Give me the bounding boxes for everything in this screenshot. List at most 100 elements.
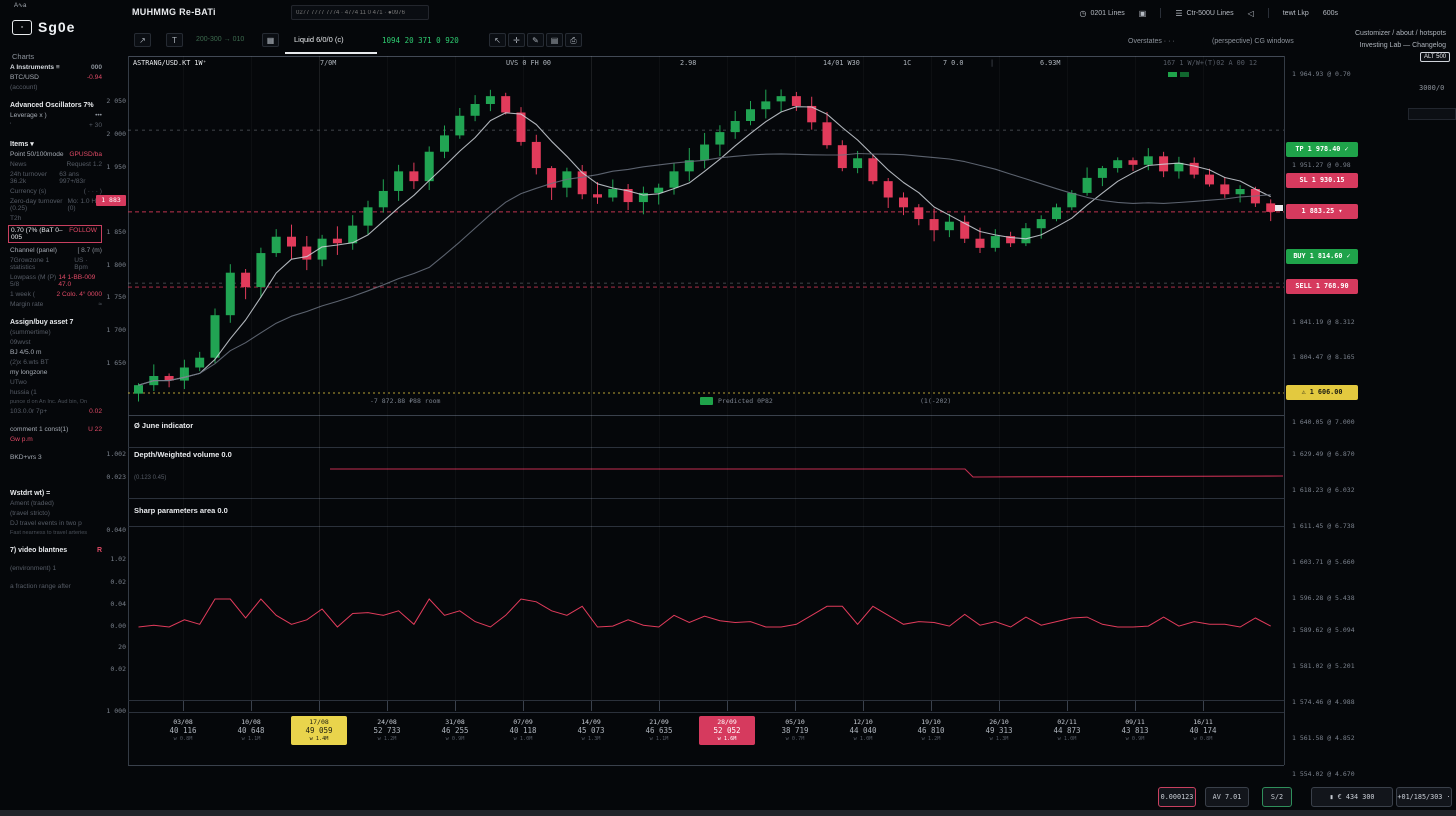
split-button[interactable]: S/2	[1262, 787, 1292, 807]
menu-item-1[interactable]: ▣	[1139, 9, 1147, 18]
pointer-icon[interactable]: ↖	[489, 33, 506, 47]
sidebar-row-6[interactable]: Items ▾	[0, 138, 104, 149]
sidebar-row-28[interactable]: 103.0.0r 7p+0.02	[0, 406, 104, 416]
last-candle-marker	[1275, 205, 1283, 211]
bottom-scrollbar[interactable]	[0, 810, 1456, 816]
menu-item-7[interactable]: 600s	[1323, 10, 1338, 17]
sidebar-row-30[interactable]: Gw p.m	[0, 434, 104, 444]
sidebar-row-8[interactable]: NewsRequest 1.2	[0, 159, 104, 169]
sidebar-row-value: 2 Colo. 4° 0000	[56, 291, 104, 298]
sidebar-row-27[interactable]: punce d on An Inc. Aud bin, On	[0, 397, 104, 406]
sidebar-row-label: (account)	[10, 84, 38, 91]
pane1-title[interactable]: Ø June indicator	[134, 421, 193, 430]
average-button[interactable]: AV 7.01	[1205, 787, 1249, 807]
sidebar-row-39[interactable]: a fraction range after	[0, 581, 104, 591]
menu-item-0[interactable]: ◷0201 Lines	[1080, 9, 1125, 18]
pane3-title[interactable]: Sharp parameters area 0.0	[134, 506, 228, 515]
alert-tag[interactable]: ⚠ 1 606.00	[1286, 385, 1358, 400]
sidebar-row-9[interactable]: 24h turnover 36.2k63 ans 997+/83r	[0, 169, 104, 186]
calendar-icon[interactable]: ▦	[262, 33, 279, 47]
sidebar-row-10[interactable]: Currency (s)( · · · )	[0, 186, 104, 196]
cancel-all-button[interactable]: 0.000123	[1158, 787, 1196, 807]
sidebar-row-18[interactable]: Margin rate≈	[0, 299, 104, 309]
pane-separator-1[interactable]	[128, 415, 1284, 416]
right-axis-row-3: 1 804.47 @ 8.165	[1292, 353, 1355, 361]
sidebar-row-5[interactable]: '+ 30	[0, 120, 104, 130]
sidebar-row-14[interactable]: Channel (panel)[ 8.7 (m)	[0, 245, 104, 255]
date-label: 28/09	[699, 718, 755, 726]
subheader-link-1[interactable]: Customizer / about / hotspots	[1355, 30, 1446, 37]
menu-label: 600s	[1323, 10, 1338, 17]
sidebar-row-38[interactable]: (environment) 1	[0, 563, 104, 573]
sidebar-row-1[interactable]: BTC/USD-0.94	[0, 72, 104, 82]
sidebar-row-13[interactable]: 0.70 (7% (BaT 0–005FOLLOW	[8, 225, 102, 243]
take-profit-tag[interactable]: TP 1 978.40 ✓	[1286, 142, 1358, 157]
corner-input[interactable]	[1408, 108, 1456, 120]
grid-vline	[931, 56, 932, 700]
stop-loss-tag[interactable]: SL 1 930.15	[1286, 173, 1358, 188]
auto-scale-badge[interactable]: ALT 500	[1420, 52, 1450, 62]
menu-icon-3: ☰	[1175, 9, 1182, 18]
positions-button[interactable]: +01/185/303 ·	[1396, 787, 1452, 807]
menu-item-4[interactable]: ◁	[1248, 9, 1254, 18]
menu-label: Ctr-500U Lines	[1187, 10, 1234, 17]
buy-order-tag[interactable]: BUY 1 814.60 ✓	[1286, 249, 1358, 264]
sidebar-row-24[interactable]: my longzone	[0, 367, 104, 377]
toolbar-stats: 1094 20 371 0 920	[382, 36, 459, 45]
pane-separator-3[interactable]	[128, 498, 1284, 499]
sidebar-row-26[interactable]: hussia (1	[0, 387, 104, 397]
grid-icon[interactable]: ▤	[546, 33, 563, 47]
camera-icon[interactable]: ⎙	[565, 33, 582, 47]
sidebar-row-19[interactable]: Assign/buy asset 7	[0, 317, 104, 327]
left-price-tag[interactable]: 1 883	[96, 195, 126, 206]
date-col-5: 07/0940 118w 1.0M	[495, 716, 551, 745]
sidebar-row-35[interactable]: DJ travel events in two p	[0, 518, 104, 528]
candlestick-chart[interactable]	[128, 56, 1284, 415]
right-axis-row-0: 1 964.93 @ 0.70	[1292, 70, 1351, 78]
menu-item-3[interactable]: ☰ Ctr-500U Lines	[1175, 9, 1233, 18]
sidebar-row-3[interactable]: Advanced Oscillators 7%	[0, 100, 104, 110]
legend-seg-7: |	[990, 59, 994, 67]
tab-liquid[interactable]: Liquid 6/0/0 (c)	[294, 35, 344, 44]
balance-button[interactable]: ▮ € 434 300	[1311, 787, 1393, 807]
sidebar-row-16[interactable]: Lowpass (M (P) 5/814 1-BB-009 47.0	[0, 272, 104, 289]
sidebar-row-22[interactable]: BJ 4/5.0 m	[0, 347, 104, 357]
date-tick	[1203, 701, 1204, 711]
sidebar-row-33[interactable]: Ament (traded)	[0, 498, 104, 508]
crosshair-icon[interactable]: ✛	[508, 33, 525, 47]
last-price-tag[interactable]: 1 883.25 ▾	[1286, 204, 1358, 219]
sidebar-row-label: A Instruments ≡	[10, 64, 60, 71]
expand-icon[interactable]: ↗	[134, 33, 151, 47]
sidebar-row-31[interactable]: BKD+vrs 3	[0, 452, 104, 462]
subheader-link-2[interactable]: Investing Lab — Changelog	[1360, 42, 1446, 49]
sidebar-row-2[interactable]: (account)	[0, 82, 104, 92]
sidebar-row-20[interactable]: (summertime)	[0, 327, 104, 337]
sidebar-row-32[interactable]: Wstdrt wt) =	[0, 488, 104, 498]
sidebar-row-21[interactable]: 09wvst	[0, 337, 104, 347]
sidebar-row-15[interactable]: 7Growzone 1 statisticsUS · Bpm	[0, 255, 104, 272]
brush-icon[interactable]: ✎	[527, 33, 544, 47]
sidebar-row-0[interactable]: A Instruments ≡ 000	[0, 62, 104, 72]
sidebar-row-34[interactable]: (travel stricto)	[0, 508, 104, 518]
subheader-mode: (perspective) CG windows	[1212, 38, 1294, 45]
sidebar-row-4[interactable]: Leverage x )•••	[0, 110, 104, 120]
sidebar-row-11[interactable]: Zero-day turnover (0.25)Mo: 1.0 HK (0)	[0, 196, 104, 213]
grid-vline	[387, 56, 388, 700]
sidebar-row-23[interactable]: (2)x 6.wts BT	[0, 357, 104, 367]
sidebar-row-29[interactable]: comment 1 const(1)U 22	[0, 424, 104, 434]
date-value: 38 719	[767, 726, 823, 736]
sidebar-row-7[interactable]: Point 50/100modeGPUSD/ba	[0, 149, 104, 159]
sidebar-row-value: 000	[91, 64, 104, 71]
date-tick	[931, 701, 932, 711]
sidebar-row-25[interactable]: UTwo	[0, 377, 104, 387]
search-input[interactable]	[291, 5, 429, 20]
sidebar-row-12[interactable]: T2h	[0, 213, 104, 223]
sidebar-row-37[interactable]: 7) video blantnesR	[0, 545, 104, 555]
oscillator-chart	[128, 526, 1284, 700]
sidebar-row-36[interactable]: Fast nearness to travel arteries	[0, 528, 104, 537]
sidebar-row-17[interactable]: 1 week (2 Colo. 4° 0000	[0, 289, 104, 299]
sell-order-tag[interactable]: SELL 1 768.90	[1286, 279, 1358, 294]
text-tool-icon[interactable]: T	[166, 33, 183, 47]
app-logo-icon[interactable]: ▫	[12, 20, 32, 35]
menu-item-6[interactable]: tewt Lkp	[1283, 10, 1309, 17]
